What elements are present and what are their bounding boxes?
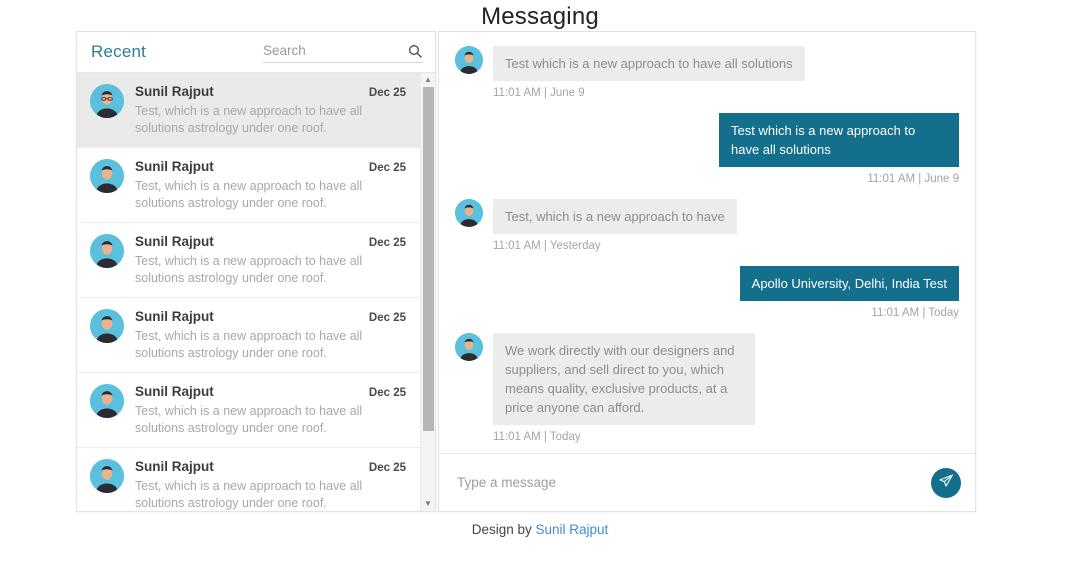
list-item[interactable]: Sunil Rajput Dec 25 Test, which is a new… (77, 298, 420, 373)
message-preview: Test, which is a new approach to have al… (135, 404, 363, 435)
message-row: Apollo University, Delhi, India Test 11:… (455, 266, 959, 319)
message-bubble: We work directly with our designers and … (493, 333, 755, 425)
recent-list-body-wrap: Sunil Rajput Dec 25 Test, which is a new… (77, 73, 435, 511)
list-item-top: Sunil Rajput Dec 25 (135, 159, 406, 174)
message-column: Test which is a new approach to have all… (493, 46, 805, 99)
list-item-top: Sunil Rajput Dec 25 (135, 309, 406, 324)
list-item-top: Sunil Rajput Dec 25 (135, 384, 406, 399)
list-item-body: Sunil Rajput Dec 25 Test, which is a new… (135, 84, 406, 137)
send-icon (938, 473, 954, 492)
message-column: Test which is a new approach to have all… (719, 113, 959, 185)
avatar (90, 84, 124, 118)
messaging-app: Recent Search Sunil Rajput Dec 25 Test, … (76, 31, 976, 512)
avatar (90, 159, 124, 193)
message-bubble: Test which is a new approach to have all… (719, 113, 959, 167)
list-item-top: Sunil Rajput Dec 25 (135, 234, 406, 249)
message-row: Test which is a new approach to have all… (455, 113, 959, 185)
recent-list: Sunil Rajput Dec 25 Test, which is a new… (77, 73, 420, 511)
message-bubble: Test which is a new approach to have all… (493, 46, 805, 81)
message-preview: Test, which is a new approach to have al… (135, 179, 363, 210)
message-bubble: Test, which is a new approach to have (493, 199, 737, 234)
list-item-top: Sunil Rajput Dec 25 (135, 459, 406, 474)
search-input[interactable] (263, 41, 391, 60)
list-scrollbar[interactable]: ▲ ▼ (420, 73, 435, 511)
message-column: Apollo University, Delhi, India Test 11:… (739, 266, 959, 319)
list-item-body: Sunil Rajput Dec 25 Test, which is a new… (135, 459, 406, 511)
recent-list-panel: Recent Search Sunil Rajput Dec 25 Test, … (76, 31, 436, 512)
list-item-body: Sunil Rajput Dec 25 Test, which is a new… (135, 309, 406, 362)
contact-date: Dec 25 (368, 162, 406, 174)
avatar (90, 234, 124, 268)
scrollbar-track[interactable] (421, 87, 435, 497)
list-item-body: Sunil Rajput Dec 25 Test, which is a new… (135, 384, 406, 437)
message-row: Test which is a new approach to have all… (455, 46, 959, 99)
message-preview: Test, which is a new approach to have al… (135, 479, 363, 510)
conversation-panel: Test which is a new approach to have all… (438, 31, 976, 512)
message-preview: Test, which is a new approach to have al… (135, 254, 363, 285)
message-timestamp: 11:01 AM | June 9 (867, 173, 959, 185)
footer-prefix: Design by (471, 522, 536, 537)
avatar (455, 199, 483, 227)
avatar (90, 309, 124, 343)
scrollbar-thumb[interactable] (423, 87, 434, 432)
contact-name: Sunil Rajput (135, 384, 214, 399)
search-icon[interactable] (407, 43, 423, 59)
contact-name: Sunil Rajput (135, 84, 214, 99)
list-item-body: Sunil Rajput Dec 25 Test, which is a new… (135, 159, 406, 212)
footer: Design by Sunil Rajput (0, 522, 1080, 537)
message-timestamp: 11:01 AM | Yesterday (493, 240, 601, 252)
contact-date: Dec 25 (368, 87, 406, 99)
list-item[interactable]: Sunil Rajput Dec 25 Test, which is a new… (77, 73, 420, 148)
message-bubble: Apollo University, Delhi, India Test (739, 266, 959, 301)
recent-list-header: Recent (77, 32, 435, 73)
page-title: Messaging (481, 3, 599, 30)
list-item[interactable]: Sunil Rajput Dec 25 Test, which is a new… (77, 448, 420, 511)
contact-date: Dec 25 (368, 237, 406, 249)
message-composer (439, 453, 975, 511)
contact-date: Dec 25 (368, 462, 406, 474)
avatar (90, 384, 124, 418)
contact-name: Sunil Rajput (135, 234, 214, 249)
contact-date: Dec 25 (368, 312, 406, 324)
message-timestamp: 11:01 AM | June 9 (493, 87, 585, 99)
footer-author-link[interactable]: Sunil Rajput (536, 522, 609, 537)
list-item-top: Sunil Rajput Dec 25 (135, 84, 406, 99)
contact-name: Sunil Rajput (135, 309, 214, 324)
contact-name: Sunil Rajput (135, 159, 214, 174)
message-timestamp: 11:01 AM | Today (871, 307, 959, 319)
message-timestamp: 11:01 AM | Today (493, 431, 581, 443)
send-button[interactable] (931, 467, 961, 498)
recent-heading: Recent (91, 42, 147, 61)
avatar (455, 333, 483, 361)
message-column: We work directly with our designers and … (493, 333, 755, 443)
list-item[interactable]: Sunil Rajput Dec 25 Test, which is a new… (77, 148, 420, 223)
message-row: Test, which is a new approach to have 11… (455, 199, 959, 252)
scroll-down-icon[interactable]: ▼ (421, 497, 436, 511)
message-list: Test which is a new approach to have all… (439, 32, 975, 453)
avatar (90, 459, 124, 493)
list-item-body: Sunil Rajput Dec 25 Test, which is a new… (135, 234, 406, 287)
search-field[interactable] (263, 41, 423, 63)
message-row: We work directly with our designers and … (455, 333, 959, 443)
list-item[interactable]: Sunil Rajput Dec 25 Test, which is a new… (77, 373, 420, 448)
contact-date: Dec 25 (368, 387, 406, 399)
message-column: Test, which is a new approach to have 11… (493, 199, 737, 252)
message-preview: Test, which is a new approach to have al… (135, 104, 363, 135)
message-input[interactable] (455, 474, 931, 491)
contact-name: Sunil Rajput (135, 459, 214, 474)
scroll-up-icon[interactable]: ▲ (421, 73, 436, 87)
message-preview: Test, which is a new approach to have al… (135, 329, 363, 360)
list-item[interactable]: Sunil Rajput Dec 25 Test, which is a new… (77, 223, 420, 298)
avatar (455, 46, 483, 74)
